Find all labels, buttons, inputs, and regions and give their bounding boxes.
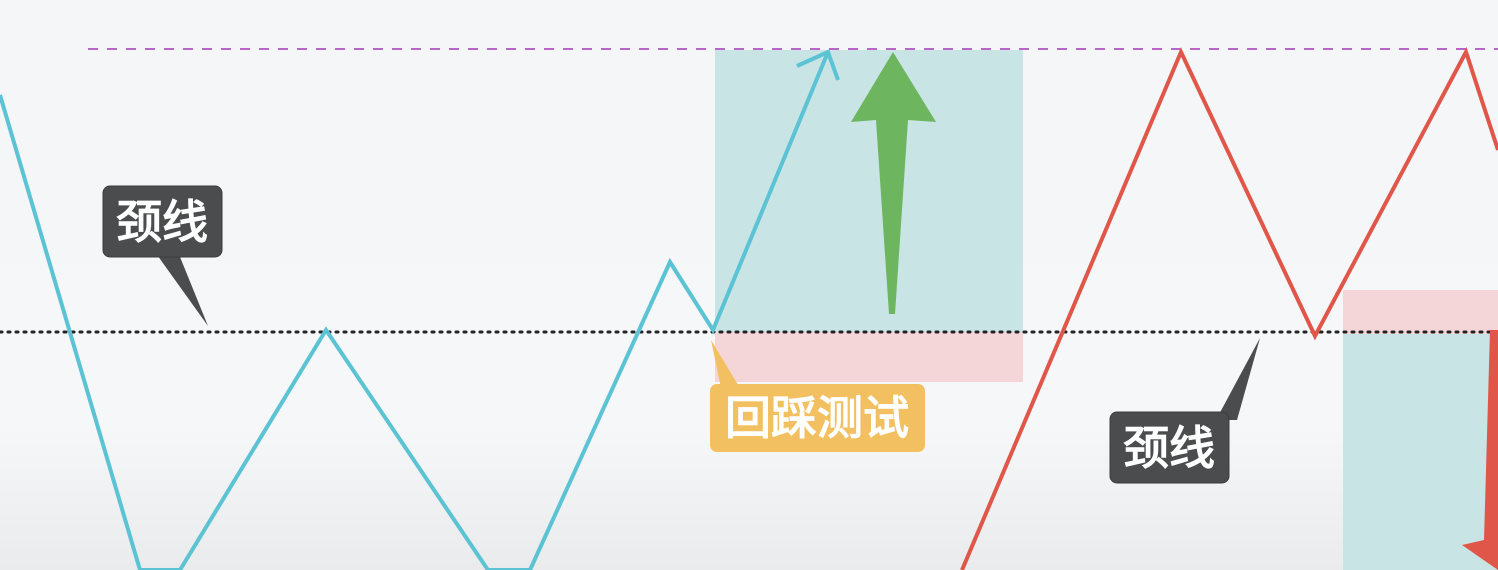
- neckline-label-left: 颈线: [116, 195, 208, 249]
- risk-zone-right: [1343, 290, 1498, 334]
- retest-label: 回踩测试: [725, 391, 909, 445]
- risk-zone: [715, 332, 1023, 382]
- target-zone-right: [1343, 334, 1498, 570]
- pattern-diagram: 颈线 回踩测试 颈线: [0, 0, 1498, 570]
- diagram-canvas: 颈线 回踩测试 颈线: [0, 0, 1498, 570]
- neckline-label-right: 颈线: [1123, 421, 1215, 475]
